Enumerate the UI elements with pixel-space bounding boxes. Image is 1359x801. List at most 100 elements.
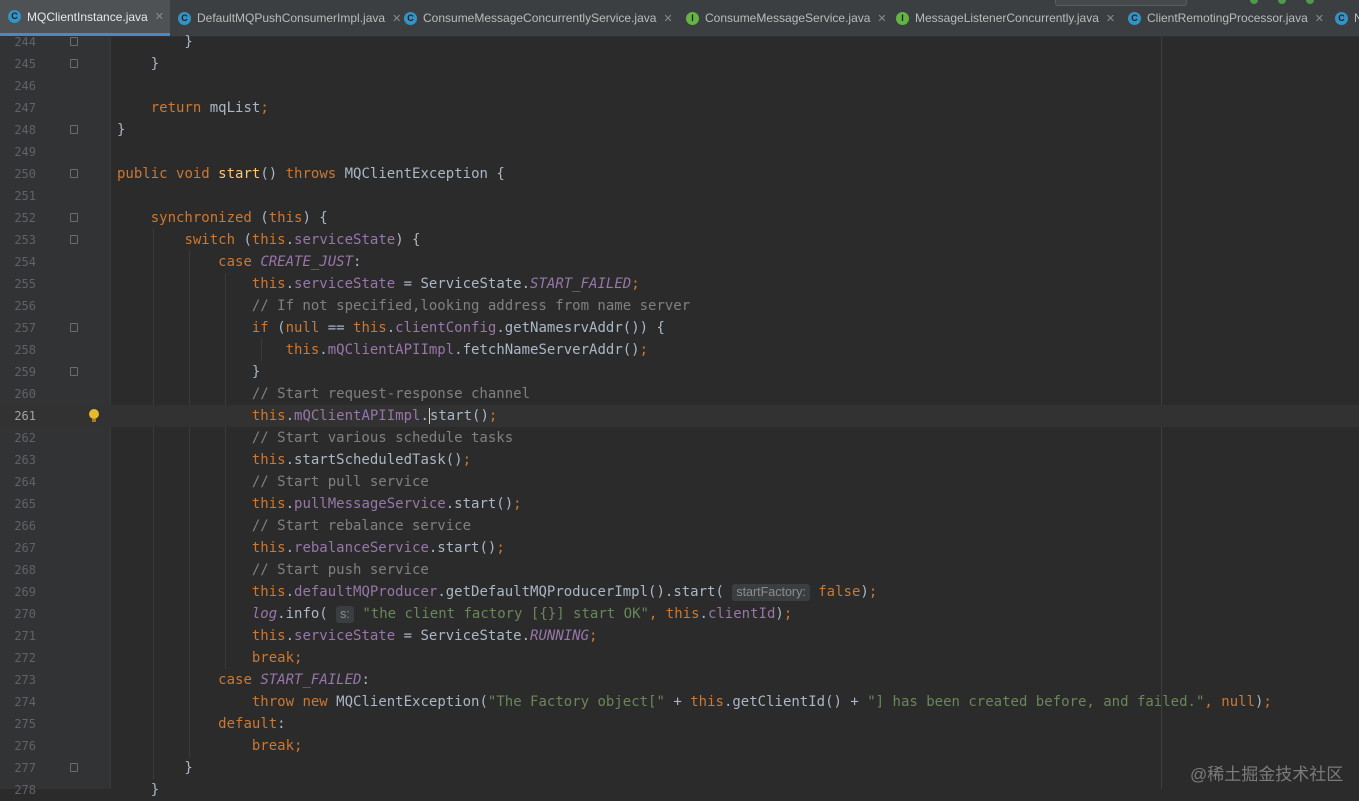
line-number[interactable]: 266: [0, 515, 36, 537]
code-text: break;: [251, 738, 303, 754]
line-number[interactable]: 274: [0, 691, 36, 713]
code-text: this.pullMessageService.start();: [251, 496, 522, 512]
close-icon[interactable]: ✕: [1315, 12, 1324, 25]
line-number[interactable]: 247: [0, 97, 36, 119]
code-line[interactable]: 256 // If not specified,looking address …: [0, 295, 1359, 317]
code-line[interactable]: 253 switch (this.serviceState) {: [0, 229, 1359, 251]
code-line[interactable]: 274 throw new MQClientException("The Fac…: [0, 691, 1359, 713]
code-line[interactable]: 272 break;: [0, 647, 1359, 669]
code-text: this.mQClientAPIImpl.start();: [251, 408, 498, 424]
code-line[interactable]: 267 this.rebalanceService.start();: [0, 537, 1359, 559]
code-line[interactable]: 251: [0, 185, 1359, 207]
class-file-icon: C: [178, 11, 191, 25]
code-line[interactable]: 246: [0, 75, 1359, 97]
line-number[interactable]: 256: [0, 295, 36, 317]
line-number[interactable]: 261: [0, 405, 36, 427]
code-line[interactable]: 268 // Start push service: [0, 559, 1359, 581]
code-line[interactable]: 275 default:: [0, 713, 1359, 735]
code-line[interactable]: 258 this.mQClientAPIImpl.fetchNameServer…: [0, 339, 1359, 361]
code-line[interactable]: 245 }: [0, 53, 1359, 75]
code-line[interactable]: 263 this.startScheduledTask();: [0, 449, 1359, 471]
interface-file-icon: I: [686, 11, 699, 25]
code-line[interactable]: 254 case CREATE_JUST:: [0, 251, 1359, 273]
code-line[interactable]: 244 }: [0, 31, 1359, 53]
line-number[interactable]: 259: [0, 361, 36, 383]
code-line[interactable]: 269 this.defaultMQProducer.getDefaultMQP…: [0, 581, 1359, 603]
code-text: }: [117, 760, 193, 776]
code-line[interactable]: 255 this.serviceState = ServiceState.STA…: [0, 273, 1359, 295]
code-line[interactable]: 264 // Start pull service: [0, 471, 1359, 493]
line-number[interactable]: 268: [0, 559, 36, 581]
line-number[interactable]: 277: [0, 757, 36, 779]
line-number[interactable]: 262: [0, 427, 36, 449]
line-number[interactable]: 255: [0, 273, 36, 295]
line-number[interactable]: 269: [0, 581, 36, 603]
fold-marker-icon[interactable]: [70, 763, 78, 772]
line-number[interactable]: 267: [0, 537, 36, 559]
code-line[interactable]: 270 log.info( s: "the client factory [{}…: [0, 603, 1359, 625]
line-number[interactable]: 275: [0, 713, 36, 735]
code-text: }: [117, 34, 193, 50]
line-number[interactable]: 253: [0, 229, 36, 251]
code-line[interactable]: 247 return mqList;: [0, 97, 1359, 119]
code-line[interactable]: 278 }: [0, 779, 1359, 801]
line-number[interactable]: 251: [0, 185, 36, 207]
line-number[interactable]: 244: [0, 31, 36, 53]
code-line[interactable]: 277 }: [0, 757, 1359, 779]
code-line[interactable]: 252 synchronized (this) {: [0, 207, 1359, 229]
line-number[interactable]: 260: [0, 383, 36, 405]
close-icon[interactable]: ✕: [155, 10, 164, 23]
code-text: public void start() throws MQClientExcep…: [117, 166, 505, 182]
line-number[interactable]: 265: [0, 493, 36, 515]
code-line[interactable]: 276 break;: [0, 735, 1359, 757]
code-line[interactable]: 260 // Start request-response channel: [0, 383, 1359, 405]
tab-label: ConsumeMessageService.java: [705, 11, 871, 25]
close-icon[interactable]: ✕: [663, 12, 672, 25]
tab-label: N: [1354, 11, 1359, 25]
line-number[interactable]: 257: [0, 317, 36, 339]
code-line[interactable]: 265 this.pullMessageService.start();: [0, 493, 1359, 515]
code-line[interactable]: 262 // Start various schedule tasks: [0, 427, 1359, 449]
fold-marker-icon[interactable]: [70, 59, 78, 68]
line-number[interactable]: 248: [0, 119, 36, 141]
line-number[interactable]: 278: [0, 779, 36, 801]
line-number[interactable]: 250: [0, 163, 36, 185]
close-icon[interactable]: ✕: [1106, 12, 1115, 25]
line-number[interactable]: 270: [0, 603, 36, 625]
code-text: this.serviceState = ServiceState.RUNNING…: [251, 628, 598, 644]
fold-marker-icon[interactable]: [70, 213, 78, 222]
line-number[interactable]: 273: [0, 669, 36, 691]
code-text: this.mQClientAPIImpl.fetchNameServerAddr…: [285, 342, 649, 358]
line-number[interactable]: 252: [0, 207, 36, 229]
fold-marker-icon[interactable]: [70, 37, 78, 46]
toolbar-run-config-selector[interactable]: [1055, 0, 1187, 6]
line-number[interactable]: 272: [0, 647, 36, 669]
fold-marker-icon[interactable]: [70, 367, 78, 376]
code-line[interactable]: 259 }: [0, 361, 1359, 383]
line-number[interactable]: 258: [0, 339, 36, 361]
fold-marker-icon[interactable]: [70, 125, 78, 134]
fold-marker-icon[interactable]: [70, 235, 78, 244]
line-number[interactable]: 271: [0, 625, 36, 647]
code-line[interactable]: 273 case START_FAILED:: [0, 669, 1359, 691]
code-line[interactable]: 261 this.mQClientAPIImpl.start();: [0, 405, 1359, 427]
line-number[interactable]: 263: [0, 449, 36, 471]
tab-label: ClientRemotingProcessor.java: [1147, 11, 1308, 25]
line-number[interactable]: 245: [0, 53, 36, 75]
line-number[interactable]: 264: [0, 471, 36, 493]
code-line[interactable]: 250 public void start() throws MQClientEx…: [0, 163, 1359, 185]
line-number[interactable]: 246: [0, 75, 36, 97]
line-number[interactable]: 276: [0, 735, 36, 757]
code-line[interactable]: 249: [0, 141, 1359, 163]
code-line[interactable]: 271 this.serviceState = ServiceState.RUN…: [0, 625, 1359, 647]
code-line[interactable]: 257 if (null == this.clientConfig.getNam…: [0, 317, 1359, 339]
code-line[interactable]: 266 // Start rebalance service: [0, 515, 1359, 537]
fold-marker-icon[interactable]: [70, 323, 78, 332]
code-text: return mqList;: [150, 100, 269, 116]
code-line[interactable]: 248}: [0, 119, 1359, 141]
close-icon[interactable]: ✕: [877, 12, 886, 25]
line-number[interactable]: 249: [0, 141, 36, 163]
intention-bulb-icon[interactable]: [89, 409, 99, 423]
fold-marker-icon[interactable]: [70, 169, 78, 178]
line-number[interactable]: 254: [0, 251, 36, 273]
